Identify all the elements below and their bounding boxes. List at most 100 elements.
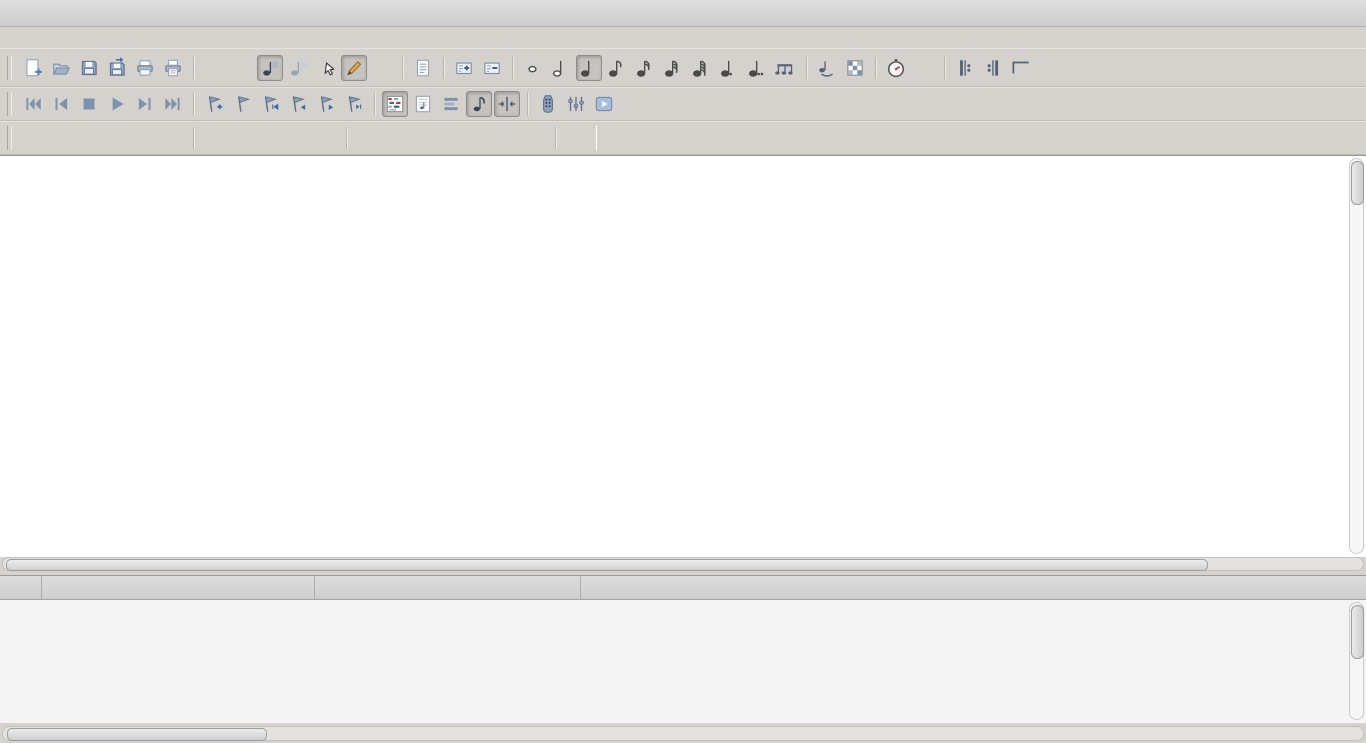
- tracks-horizontal-scrollbar[interactable]: [2, 726, 1364, 741]
- score-editor[interactable]: [0, 155, 1366, 557]
- header-name[interactable]: [42, 576, 315, 599]
- ghost-note-button[interactable]: [48, 125, 74, 151]
- undo-button[interactable]: [201, 55, 227, 81]
- note-view-button[interactable]: [466, 91, 492, 117]
- popping-button[interactable]: [522, 125, 548, 151]
- menu-item-compas[interactable]: [116, 35, 138, 40]
- repeat-open-button[interactable]: [952, 55, 978, 81]
- table-view-button[interactable]: [438, 91, 464, 117]
- last-measure-button[interactable]: [160, 91, 186, 117]
- mixer-button[interactable]: [563, 91, 589, 117]
- slapping-button[interactable]: [494, 125, 520, 151]
- toolbar-handle[interactable]: [7, 126, 12, 150]
- print-button[interactable]: [132, 55, 158, 81]
- menu-item-herramientas[interactable]: [204, 35, 226, 40]
- voice-1-button[interactable]: [257, 54, 283, 81]
- chord-grid-button[interactable]: [842, 55, 868, 81]
- accentuated-button[interactable]: [76, 125, 102, 151]
- add-marker-button[interactable]: [201, 91, 227, 117]
- redo-button[interactable]: [229, 55, 255, 81]
- tapping-button[interactable]: [466, 125, 492, 151]
- first-measure-button[interactable]: [20, 91, 46, 117]
- heavy-accentuated-button[interactable]: [104, 125, 130, 151]
- play-button[interactable]: [104, 91, 130, 117]
- toolbar-handle[interactable]: [7, 55, 12, 80]
- pencil-edit-button[interactable]: [341, 54, 367, 81]
- new-file-button[interactable]: [20, 55, 46, 81]
- mouse-edit-button[interactable]: [313, 55, 339, 81]
- score-view-button[interactable]: [410, 91, 436, 117]
- duration-thirty-second-button[interactable]: [660, 55, 686, 81]
- menu-item-ver[interactable]: [50, 35, 72, 40]
- duration-double-dotted-button[interactable]: [744, 55, 770, 81]
- tied-note-button[interactable]: [814, 55, 840, 81]
- next-measure-button[interactable]: [132, 91, 158, 117]
- fretboard-button[interactable]: [535, 91, 561, 117]
- stop-button[interactable]: [76, 91, 102, 117]
- header-instrument[interactable]: [315, 576, 581, 599]
- menu-item-pista[interactable]: [94, 35, 116, 40]
- duration-whole-button[interactable]: [520, 55, 546, 81]
- score-vertical-scrollbar[interactable]: [1349, 158, 1364, 554]
- menu-item-archivo[interactable]: [6, 35, 28, 40]
- player-button[interactable]: [591, 91, 617, 117]
- menu-item-ayuda[interactable]: [226, 35, 248, 40]
- voice-2-button[interactable]: [285, 55, 311, 81]
- bend-button[interactable]: [229, 125, 255, 151]
- matrix-editor-button[interactable]: [382, 91, 408, 117]
- repeat-close-button[interactable]: [980, 55, 1006, 81]
- open-file-button[interactable]: [48, 55, 74, 81]
- header-number[interactable]: [0, 576, 42, 599]
- separator: [527, 93, 528, 115]
- score-canvas[interactable]: [0, 156, 1342, 557]
- staccato-button[interactable]: [438, 125, 464, 151]
- time-signature-button[interactable]: [911, 55, 937, 81]
- previous-marker-button[interactable]: [285, 91, 311, 117]
- tremolo-picking-button[interactable]: [382, 125, 408, 151]
- tracks-horizontal-scrollbar-thumb[interactable]: [7, 728, 267, 741]
- duration-eighth-button[interactable]: [604, 55, 630, 81]
- menu-item-composicion[interactable]: [72, 35, 94, 40]
- duration-sixteenth-button[interactable]: [632, 55, 658, 81]
- save-button[interactable]: [76, 55, 102, 81]
- save-as-button[interactable]: [104, 55, 130, 81]
- toolbar-handle[interactable]: [7, 92, 12, 116]
- semitone-button[interactable]: [369, 55, 395, 81]
- hammer-on-button[interactable]: [313, 125, 339, 151]
- tempo-button[interactable]: [883, 55, 909, 81]
- trill-button[interactable]: [354, 125, 380, 151]
- score-vertical-scrollbar-thumb[interactable]: [1351, 161, 1364, 205]
- last-marker-button[interactable]: [341, 91, 367, 117]
- tracks-vertical-scrollbar[interactable]: [1349, 602, 1364, 720]
- score-horizontal-scrollbar-thumb[interactable]: [6, 559, 1208, 571]
- previous-measure-button[interactable]: [48, 91, 74, 117]
- vibrato-button[interactable]: [201, 125, 227, 151]
- duration-half-button[interactable]: [548, 55, 574, 81]
- division-type-button[interactable]: [772, 55, 799, 81]
- menu-item-edicion[interactable]: [28, 35, 50, 40]
- slide-button[interactable]: [285, 125, 311, 151]
- natural-harmonic-button[interactable]: [132, 125, 158, 151]
- menu-item-reproductor[interactable]: [182, 35, 204, 40]
- repeat-alternative-button[interactable]: [1008, 55, 1034, 81]
- fade-in-button[interactable]: [563, 125, 589, 151]
- menu-item-marca[interactable]: [160, 35, 182, 40]
- properties-button[interactable]: [410, 55, 436, 81]
- marker-list-button[interactable]: [229, 91, 255, 117]
- add-measure-button[interactable]: [451, 55, 477, 81]
- tremolo-bar-button[interactable]: [257, 125, 283, 151]
- remove-measure-button[interactable]: [479, 55, 505, 81]
- first-marker-button[interactable]: [257, 91, 283, 117]
- print-preview-button[interactable]: [160, 55, 186, 81]
- tracks-vertical-scrollbar-thumb[interactable]: [1351, 605, 1364, 659]
- score-horizontal-scrollbar[interactable]: [2, 557, 1364, 571]
- duration-sixty-fourth-button[interactable]: [688, 55, 714, 81]
- duration-dotted-button[interactable]: [716, 55, 742, 81]
- menu-item-pulso[interactable]: [138, 35, 160, 40]
- next-marker-button[interactable]: [313, 91, 339, 117]
- dead-note-button[interactable]: [20, 125, 46, 151]
- duration-quarter-button[interactable]: [576, 54, 602, 81]
- compact-view-button[interactable]: [494, 91, 520, 117]
- grace-note-button[interactable]: [160, 125, 186, 151]
- palm-mute-button[interactable]: [410, 125, 436, 151]
